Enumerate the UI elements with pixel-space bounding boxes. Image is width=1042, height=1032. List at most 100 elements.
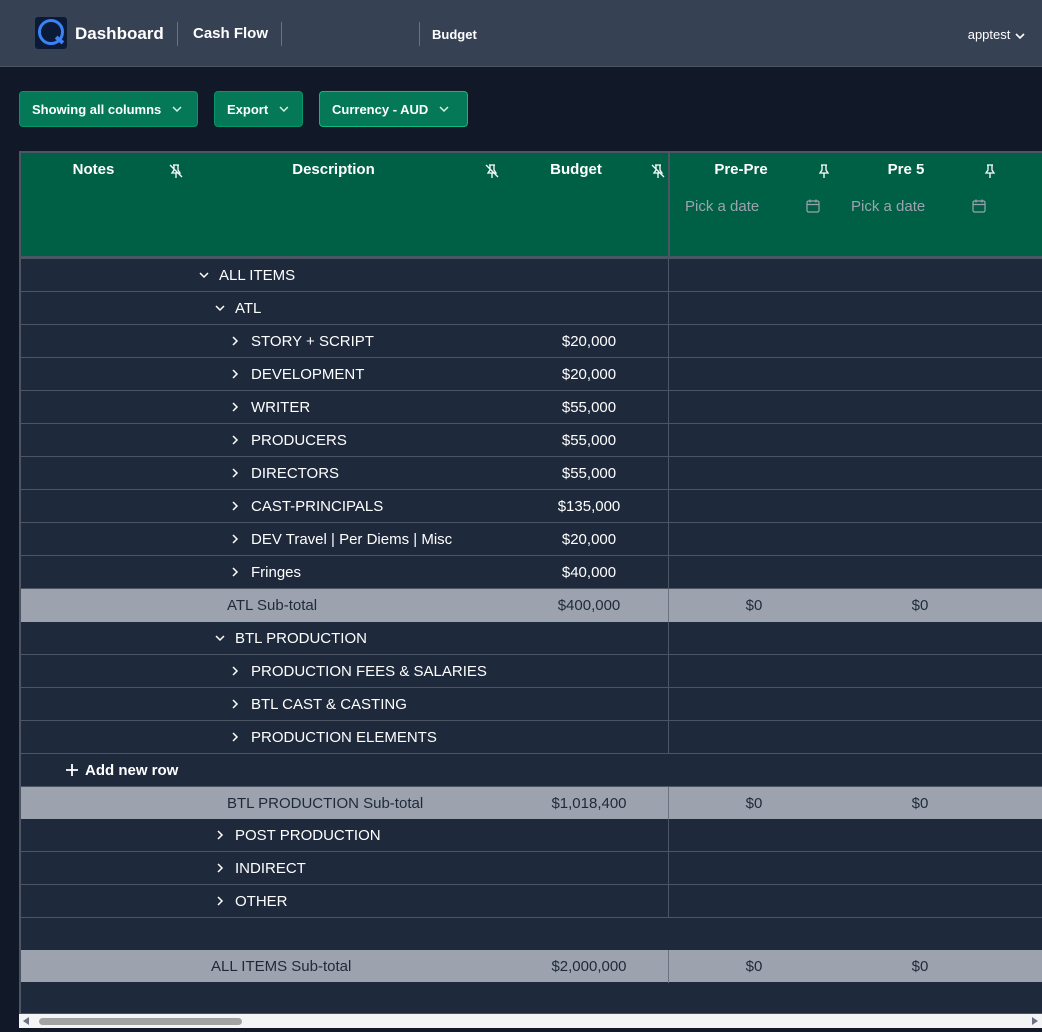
prepre-date-picker[interactable]: Pick a date [685,198,759,215]
chevron-right-icon[interactable] [229,566,241,578]
table-row[interactable]: DEV Travel | Per Diems | Misc $20,000 [21,523,1042,556]
subtotal-prepre: $0 [745,958,763,975]
row-label: STORY + SCRIPT [251,333,374,350]
row-label: BTL PRODUCTION [235,630,367,647]
chevron-right-icon[interactable] [229,401,241,413]
nav-divider [177,22,178,46]
pre5-date-picker[interactable]: Pick a date [851,198,925,215]
app-logo[interactable] [35,17,67,49]
add-row-label: Add new row [85,762,179,779]
chevron-down-icon [1015,32,1025,39]
column-header-notes[interactable]: Notes [41,161,146,178]
chevron-down-icon [439,106,449,113]
budget-grid: Notes Description Budget Pre-Pre Pre 5 P… [19,151,1042,1015]
row-label: Fringes [251,564,302,581]
chevron-down-icon[interactable] [198,269,210,281]
row-label: PRODUCTION FEES & SALARIES [251,663,487,680]
chevron-right-icon[interactable] [229,731,241,743]
chevron-right-icon[interactable] [229,368,241,380]
chevron-down-icon[interactable] [214,302,226,314]
chevron-right-icon[interactable] [214,862,226,874]
row-label: POST PRODUCTION [235,827,381,844]
table-row[interactable]: INDIRECT [21,852,1042,885]
calendar-icon[interactable] [805,198,821,214]
add-row-button[interactable]: Add new row [21,754,1042,787]
plus-icon [66,764,78,776]
export-dropdown[interactable]: Export [214,91,303,127]
row-label: BTL CAST & CASTING [251,696,407,713]
pinned-column-divider [668,153,670,259]
row-label: OTHER [235,893,288,910]
top-navbar: Dashboard Cash Flow Budget apptest [0,0,1042,67]
scrollbar-thumb[interactable] [39,1018,242,1025]
chevron-right-icon[interactable] [214,895,226,907]
row-budget: $20,000 [561,366,617,383]
user-menu[interactable]: apptest [968,27,1026,42]
column-header-prepre[interactable]: Pre-Pre [701,161,781,178]
table-row[interactable]: DIRECTORS $55,000 [21,457,1042,490]
table-row[interactable]: BTL CAST & CASTING [21,688,1042,721]
scroll-left-arrow-icon[interactable] [23,1017,29,1025]
table-row[interactable]: POST PRODUCTION [21,819,1042,852]
row-budget: $20,000 [561,531,617,548]
subtotal-pre5: $0 [911,958,929,975]
row-label: DEV Travel | Per Diems | Misc [251,531,453,548]
horizontal-scrollbar[interactable] [19,1014,1042,1028]
column-visibility-label: Showing all columns [32,101,162,117]
nav-cashflow-link[interactable]: Cash Flow [193,25,268,42]
table-row[interactable]: BTL PRODUCTION [21,622,1042,655]
chevron-down-icon [172,106,182,113]
row-label: WRITER [251,399,311,416]
row-label: ATL [235,300,262,317]
unpin-icon[interactable] [484,163,500,179]
row-label: CAST-PRINCIPALS [251,498,384,515]
chevron-right-icon[interactable] [229,500,241,512]
currency-dropdown[interactable]: Currency - AUD [319,91,468,127]
table-row[interactable]: ATL [21,292,1042,325]
subtotal-prepre: $0 [745,795,763,812]
subtotal-label: ATL Sub-total [227,597,318,614]
table-row[interactable]: STORY + SCRIPT $20,000 [21,325,1042,358]
currency-label: Currency - AUD [332,101,429,117]
user-name: apptest [967,27,1011,42]
chevron-right-icon[interactable] [229,698,241,710]
column-header-budget[interactable]: Budget [536,161,616,178]
column-header-description[interactable]: Description [251,161,416,178]
table-row[interactable]: PRODUCTION ELEMENTS [21,721,1042,754]
nav-dashboard-link[interactable]: Dashboard [75,24,164,44]
chevron-right-icon[interactable] [229,665,241,677]
subtotal-prepre: $0 [745,597,763,614]
scroll-right-arrow-icon[interactable] [1032,1017,1038,1025]
table-row[interactable]: ALL ITEMS [21,259,1042,292]
table-row[interactable]: Fringes $40,000 [21,556,1042,589]
pin-icon[interactable] [982,163,998,179]
unpin-icon[interactable] [168,163,184,179]
table-row[interactable]: WRITER $55,000 [21,391,1042,424]
nav-budget-link[interactable]: Budget [432,27,477,42]
chevron-right-icon[interactable] [214,829,226,841]
subtotal-label: BTL PRODUCTION Sub-total [227,795,424,812]
chevron-right-icon[interactable] [229,434,241,446]
row-label: PRODUCTION ELEMENTS [251,729,437,746]
row-label: ALL ITEMS [219,267,296,284]
table-row[interactable]: PRODUCERS $55,000 [21,424,1042,457]
row-budget: $55,000 [561,432,617,449]
chevron-right-icon[interactable] [229,335,241,347]
column-header-pre5[interactable]: Pre 5 [871,161,941,178]
chevron-right-icon[interactable] [229,467,241,479]
subtotal-row: ALL ITEMS Sub-total $2,000,000 $0 $0 [21,950,1042,983]
table-row[interactable]: OTHER [21,885,1042,918]
subtotal-row: ATL Sub-total $400,000 $0 $0 [21,589,1042,622]
pin-icon[interactable] [816,163,832,179]
row-budget: $55,000 [561,465,617,482]
column-visibility-dropdown[interactable]: Showing all columns [19,91,198,127]
table-row[interactable]: DEVELOPMENT $20,000 [21,358,1042,391]
calendar-icon[interactable] [971,198,987,214]
table-row[interactable]: CAST-PRINCIPALS $135,000 [21,490,1042,523]
chevron-right-icon[interactable] [229,533,241,545]
unpin-icon[interactable] [650,163,666,179]
subtotal-budget: $1,018,400 [551,795,627,812]
row-label: INDIRECT [235,860,306,877]
chevron-down-icon[interactable] [214,632,226,644]
table-row[interactable]: PRODUCTION FEES & SALARIES [21,655,1042,688]
